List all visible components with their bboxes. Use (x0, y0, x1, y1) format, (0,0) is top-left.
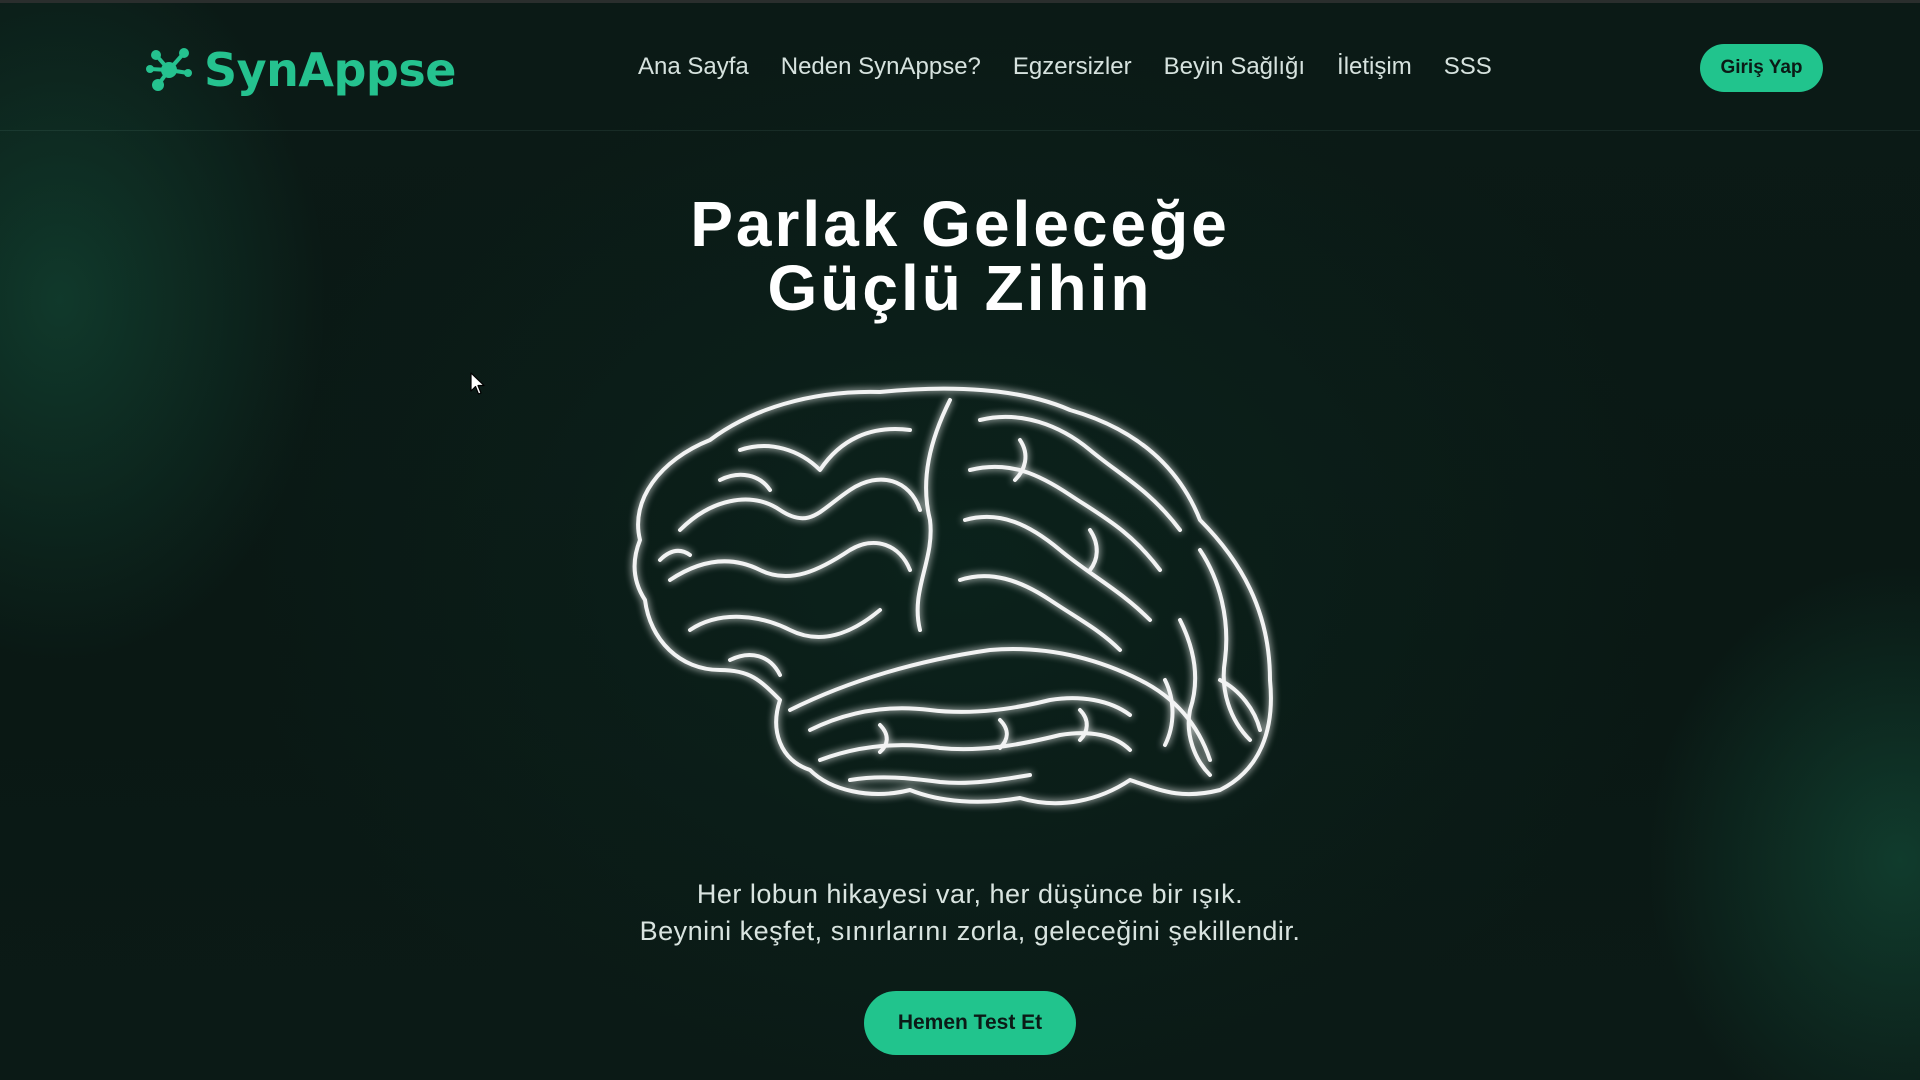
main-nav: Ana Sayfa Neden SynAppse? Egzersizler Be… (638, 53, 1492, 81)
nav-item-beyin-sagligi[interactable]: Beyin Sağlığı (1164, 53, 1305, 81)
test-now-button[interactable]: Hemen Test Et (864, 991, 1076, 1055)
hero-title: Parlak Geleceğe Güçlü Zihin (460, 192, 1460, 320)
molecule-icon (146, 48, 192, 91)
nav-item-iletisim[interactable]: İletişim (1337, 53, 1412, 81)
nav-item-neden-synappse[interactable]: Neden SynAppse? (781, 53, 981, 81)
nav-item-egzersizler[interactable]: Egzersizler (1013, 53, 1132, 81)
mouse-cursor-icon (470, 372, 485, 395)
nav-item-sss[interactable]: SSS (1444, 53, 1492, 81)
login-button[interactable]: Giriş Yap (1700, 44, 1823, 92)
nav-item-ana-sayfa[interactable]: Ana Sayfa (638, 53, 749, 81)
hero-title-line-2: Güçlü Zihin (767, 252, 1153, 324)
hero-tagline: Her lobun hikayesi var, her düşünce bir … (460, 876, 1480, 950)
brand-name: SynAppse (204, 43, 456, 97)
brain-icon (632, 386, 1273, 806)
hero-tagline-line-2: Beynini keşfet, sınırlarını zorla, gelec… (639, 916, 1301, 946)
hero-tagline-line-1: Her lobun hikayesi var, her düşünce bir … (696, 879, 1244, 909)
site-header: SynAppse Ana Sayfa Neden SynAppse? Egzer… (0, 3, 1920, 131)
brand-logo[interactable]: SynAppse (142, 39, 456, 101)
hero-title-line-1: Parlak Geleceğe (690, 188, 1230, 260)
